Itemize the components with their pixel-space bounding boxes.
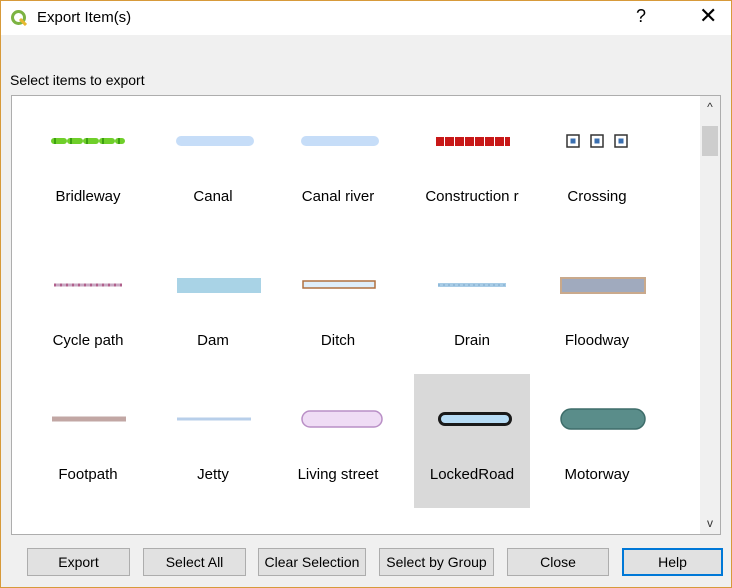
symbol-item-floodway[interactable]: Floodway (539, 240, 655, 374)
symbol-item-crossing[interactable]: Crossing (539, 96, 655, 230)
symbol-item-label: Living street (297, 466, 379, 483)
symbol-item-label: Construction r (425, 188, 519, 205)
symbol-item-label: Floodway (564, 332, 630, 349)
construction-symbol-icon (436, 137, 510, 146)
floodway-symbol-icon (560, 277, 646, 294)
symbol-item-label: Motorway (564, 466, 630, 483)
symbol-item-bridleway[interactable]: Bridleway (30, 96, 146, 230)
symbol-item-label: Drain (454, 332, 490, 349)
symbol-item-label: Dam (197, 332, 229, 349)
symbol-item-canal[interactable]: Canal (155, 96, 271, 230)
symbol-item-label: Bridleway (55, 188, 121, 205)
living-street-symbol-icon (301, 410, 383, 428)
symbol-item-label: Canal (193, 188, 233, 205)
motorway-symbol-icon (560, 408, 646, 430)
symbol-item-jetty[interactable]: Jetty (155, 374, 271, 508)
help-icon[interactable]: ? (636, 6, 646, 27)
crossing-symbol-icon (566, 134, 628, 148)
symbol-item-footpath[interactable]: Footpath (30, 374, 146, 508)
title-bar: Export Item(s) ? ✕ (1, 1, 731, 35)
symbol-item-motorway[interactable]: Motorway (539, 374, 655, 508)
symbol-item-living-street[interactable]: Living street (280, 374, 396, 508)
vertical-scrollbar[interactable]: ^ v (700, 96, 720, 534)
symbol-item-locked-road[interactable]: LockedRoad (414, 374, 530, 508)
scroll-down-icon[interactable]: v (700, 514, 720, 532)
symbol-item-dam[interactable]: Dam (155, 240, 271, 374)
bridleway-symbol-icon (51, 138, 125, 144)
locked-road-symbol-icon (438, 412, 512, 426)
export-button[interactable]: Export (27, 548, 130, 576)
symbol-item-drain[interactable]: Drain (414, 240, 530, 374)
close-button[interactable]: Close (507, 548, 609, 576)
symbol-item-cycle-path[interactable]: Cycle path (30, 240, 146, 374)
export-items-dialog: Export Item(s) ? ✕ Select items to expor… (0, 0, 732, 588)
dam-symbol-icon (177, 278, 261, 293)
window-title: Export Item(s) (37, 9, 132, 26)
items-list[interactable]: Bridleway Canal Canal river Construction r C… (11, 95, 721, 535)
symbol-item-label: Crossing (567, 188, 627, 205)
help-button[interactable]: Help (622, 548, 723, 576)
jetty-symbol-icon (177, 417, 251, 421)
symbol-item-label: Cycle path (52, 332, 124, 349)
select-by-group-button[interactable]: Select by Group (379, 548, 494, 576)
cycle-path-symbol-icon (54, 283, 122, 287)
select-items-label: Select items to export (10, 72, 145, 88)
scroll-thumb[interactable] (702, 126, 718, 156)
symbol-item-label: Canal river (301, 188, 375, 205)
symbol-item-ditch[interactable]: Ditch (280, 240, 396, 374)
clear-selection-button[interactable]: Clear Selection (258, 548, 366, 576)
symbol-item-label: Footpath (58, 466, 118, 483)
symbol-item-construction[interactable]: Construction r (414, 96, 530, 230)
scroll-up-icon[interactable]: ^ (700, 98, 720, 116)
symbol-item-label: Jetty (197, 466, 229, 483)
symbol-item-canal-river[interactable]: Canal river (280, 96, 396, 230)
symbol-item-label: LockedRoad (429, 466, 515, 483)
canal-symbol-icon (176, 136, 254, 146)
items-grid: Bridleway Canal Canal river Construction r C… (12, 96, 702, 534)
footpath-symbol-icon (52, 416, 126, 422)
close-icon[interactable]: ✕ (699, 3, 717, 29)
select-all-button[interactable]: Select All (143, 548, 246, 576)
qgis-logo-icon (11, 10, 27, 26)
symbol-item-label: Ditch (320, 332, 356, 349)
drain-symbol-icon (438, 283, 506, 287)
canal-river-symbol-icon (301, 136, 379, 146)
ditch-symbol-icon (302, 280, 376, 289)
